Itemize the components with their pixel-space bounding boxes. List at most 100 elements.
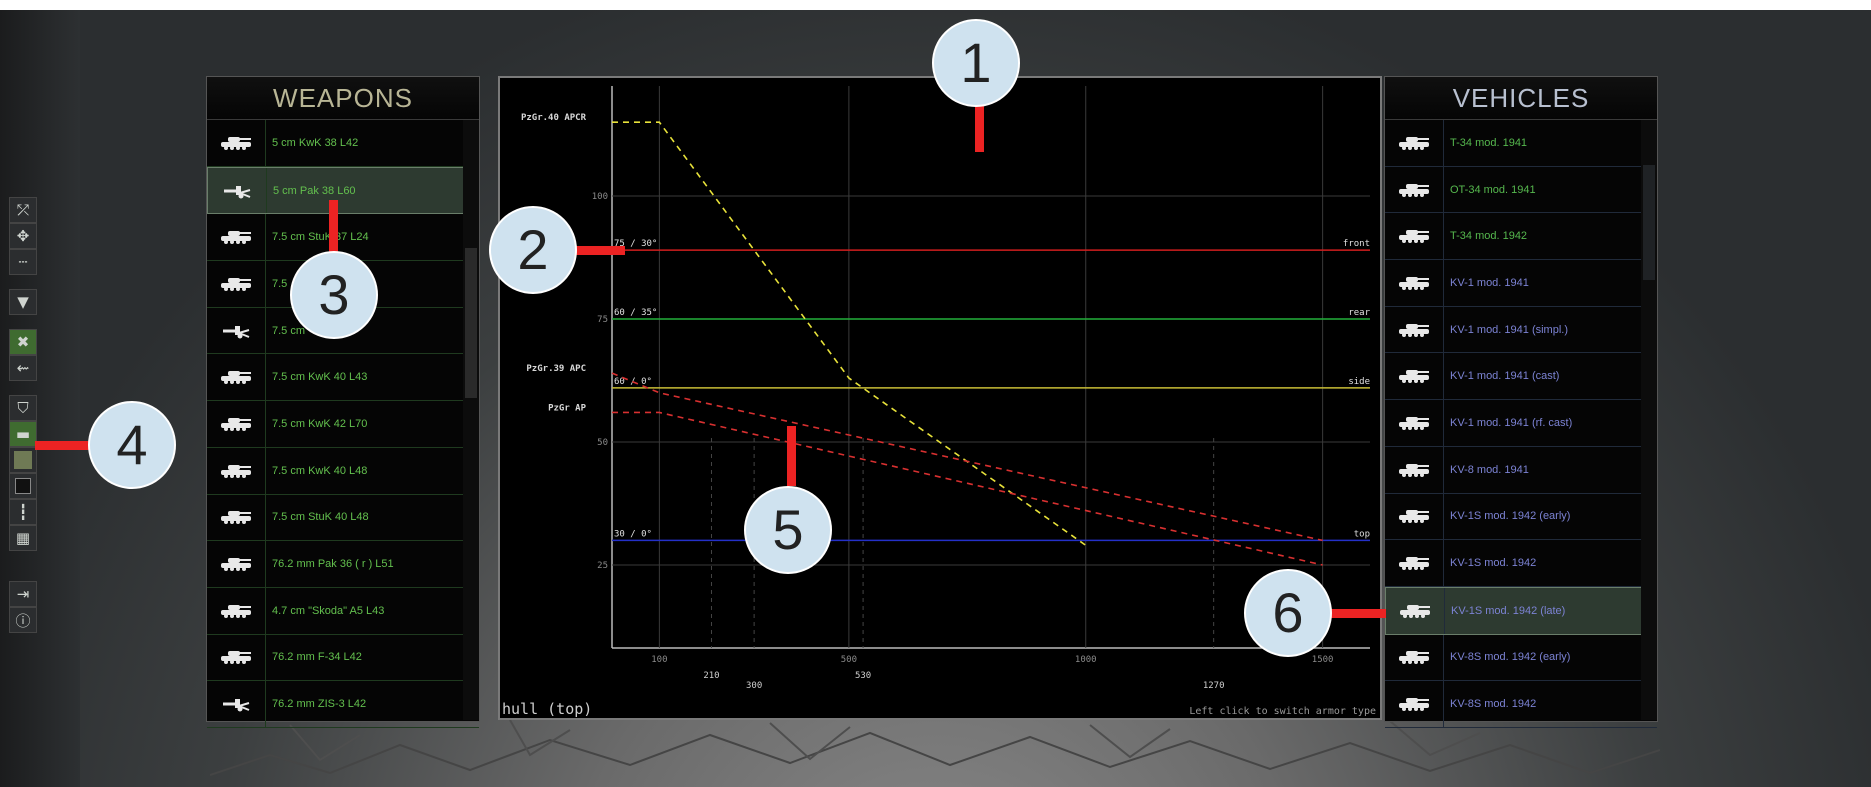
weapon-fire-icon[interactable]: ⇜ — [9, 355, 37, 381]
x-tick-label: 1500 — [1312, 655, 1334, 665]
weapon-list-item[interactable]: 7.5 cm StuK 40 L48 — [207, 494, 479, 542]
weapons-scrollbar[interactable] — [463, 120, 479, 720]
tank-icon — [1386, 587, 1445, 634]
series-label: PzGr.39 APC — [526, 364, 586, 374]
weapon-list-item[interactable]: 7.5 cm KwK 40 L48 — [207, 447, 479, 495]
weapon-item-label: 76.2 mm ZIS-3 L42 — [272, 698, 367, 711]
weapons-scroll-thumb[interactable] — [465, 248, 477, 398]
vehicle-item-label: T-34 mod. 1941 — [1450, 136, 1528, 149]
weapon-item-label: 5 cm Pak 38 L60 — [273, 184, 356, 197]
weapon-item-label: 7.5 cm KwK 40 L43 — [272, 371, 368, 384]
vehicles-panel: VEHICLES T-34 mod. 1941 OT-34 mod. 1941 T-… — [1384, 76, 1658, 728]
vehicles-scroll-thumb[interactable] — [1643, 165, 1655, 280]
vehicle-list-item[interactable]: KV-1S mod. 1942 (early) — [1385, 493, 1657, 541]
vehicle-list-item[interactable]: OT-34 mod. 1941 — [1385, 166, 1657, 214]
weapon-list-item[interactable]: 5 cm KwK 38 L42 — [207, 120, 479, 167]
vehicle-item-label: KV-8S mod. 1942 — [1450, 698, 1537, 711]
side-toolbar: ⤱ ✥ ┄ ▼ ✖ ⇜ ⛉ ▬ ┇ ▦ ⇥ ⓘ — [9, 197, 37, 641]
series-line — [611, 372, 1323, 542]
vehicle-list-item[interactable]: KV-1S mod. 1942 (late) — [1385, 586, 1657, 635]
vehicle-list-item[interactable]: KV-1 mod. 1941 (simpl.) — [1385, 306, 1657, 354]
dotted-line-icon[interactable]: ┄ — [9, 249, 37, 275]
x-marker-label: 1270 — [1203, 681, 1225, 691]
vehicle-list-item[interactable]: KV-1 mod. 1941 (cast) — [1385, 353, 1657, 401]
weapon-list-item[interactable]: 5 cm Pak 38 L60 — [207, 166, 479, 215]
vehicles-title: VEHICLES — [1385, 77, 1657, 120]
callout-3: 3 — [290, 251, 378, 339]
vehicle-item-label: KV-1 mod. 1941 — [1450, 276, 1529, 289]
weapon-item-label: 7.5 cm StuK 37 L24 — [272, 231, 369, 244]
tank-icon — [1385, 681, 1444, 727]
callout-6-pointer — [1330, 609, 1386, 618]
y-tick-label: 25 — [597, 561, 608, 571]
tank-icon — [207, 447, 266, 494]
x-marker-label: 210 — [703, 671, 719, 681]
weapon-item-label: 7.5 cm — [272, 324, 306, 337]
weapon-list-item[interactable]: 7.5 cm KwK 42 L70 — [207, 401, 479, 448]
series-label: PzGr.40 APCR — [521, 113, 587, 123]
vehicle-list-item[interactable]: T-34 mod. 1941 — [1385, 120, 1657, 167]
vehicle-list-item[interactable]: T-34 mod. 1942 — [1385, 213, 1657, 261]
armor-line-side-label: top — [1354, 529, 1370, 539]
vehicle-list-item[interactable]: KV-8 mod. 1941 — [1385, 446, 1657, 494]
vehicle-item-label: KV-1 mod. 1941 (simpl.) — [1450, 323, 1568, 336]
tank-icon — [207, 401, 266, 447]
armor-line-value-label: 60 / 35° — [614, 308, 657, 318]
waypoint-icon[interactable]: ⤱ — [9, 197, 37, 223]
armor-line-value-label: 30 / 0° — [614, 529, 652, 539]
info-icon[interactable]: ⓘ — [9, 607, 37, 633]
tank-icon — [207, 261, 266, 307]
weapon-list-item[interactable]: 76.2 mm F-34 L42 — [207, 634, 479, 682]
x-marker-label: 300 — [746, 681, 762, 691]
vehicle-list-item[interactable]: KV-1 mod. 1941 — [1385, 260, 1657, 307]
close-icon[interactable]: ✖ — [9, 329, 37, 355]
weapon-item-label: 7.5 — [272, 277, 288, 290]
dark-square-icon[interactable] — [9, 473, 37, 499]
weapon-list-item[interactable]: 4.7 cm "Skoda" A5 L43 — [207, 587, 479, 635]
tank-icon — [207, 354, 266, 401]
weapon-list-item[interactable]: 7.5 cm KwK 40 L43 — [207, 354, 479, 402]
weapon-item-label: 76.2 mm Pak 36 ( r ) L51 — [272, 558, 394, 571]
tank-icon — [207, 587, 266, 634]
move-icon[interactable]: ✥ — [9, 223, 37, 249]
armor-line-side-label: front — [1343, 239, 1370, 249]
antitank-gun-icon — [207, 681, 266, 727]
weapon-item-label: 7.5 cm KwK 42 L70 — [272, 417, 368, 430]
map-icon[interactable]: ▦ — [9, 525, 37, 551]
armor-shield-icon[interactable]: ⛉ — [9, 395, 37, 421]
x-tick-label: 500 — [841, 655, 857, 665]
tank-icon — [207, 494, 266, 541]
tank-icon — [1385, 446, 1444, 493]
weapon-list-item[interactable]: 76.2 mm ZIS-3 L42 — [207, 681, 479, 728]
filter-icon[interactable]: ▼ — [9, 289, 37, 315]
vehicles-scrollbar[interactable] — [1641, 120, 1657, 720]
vehicle-list-item[interactable]: KV-1S mod. 1942 — [1385, 540, 1657, 587]
exit-icon[interactable]: ⇥ — [9, 581, 37, 607]
tank-icon — [1385, 166, 1444, 213]
armor-type-label: hull (top) — [502, 700, 593, 718]
vehicle-list-item[interactable]: KV-1 mod. 1941 (rf. cast) — [1385, 400, 1657, 447]
series-line — [612, 411, 1323, 566]
vehicle-item-label: KV-8 mod. 1941 — [1450, 463, 1529, 476]
terrain-square-icon[interactable] — [9, 447, 37, 473]
tank-icon[interactable]: ▬ — [9, 421, 37, 447]
antitank-gun-icon — [207, 307, 266, 354]
vehicle-item-label: KV-1S mod. 1942 — [1450, 557, 1537, 570]
vehicle-list-item[interactable]: KV-8S mod. 1942 (early) — [1385, 634, 1657, 682]
tank-icon — [1385, 306, 1444, 353]
weapons-panel: WEAPONS 5 cm KwK 38 L42 5 cm Pak 38 L60 7.… — [206, 76, 480, 728]
ruler-icon[interactable]: ┇ — [9, 499, 37, 525]
x-tick-label: 100 — [651, 655, 667, 665]
tank-icon — [1385, 213, 1444, 260]
armor-line-side-label: side — [1348, 377, 1370, 387]
callout-1-pointer — [975, 100, 984, 152]
weapon-list-item[interactable]: 76.2 mm Pak 36 ( r ) L51 — [207, 541, 479, 588]
vehicle-item-label: OT-34 mod. 1941 — [1450, 183, 1536, 196]
x-marker-label: 530 — [855, 671, 871, 681]
vehicle-list-item[interactable]: KV-8S mod. 1942 — [1385, 681, 1657, 728]
vehicle-item-label: KV-1S mod. 1942 (late) — [1451, 604, 1566, 617]
callout-5: 5 — [744, 486, 832, 574]
vehicle-item-label: KV-1 mod. 1941 (rf. cast) — [1450, 416, 1573, 429]
y-tick-label: 75 — [597, 315, 608, 325]
vehicle-item-label: KV-1S mod. 1942 (early) — [1450, 510, 1571, 523]
